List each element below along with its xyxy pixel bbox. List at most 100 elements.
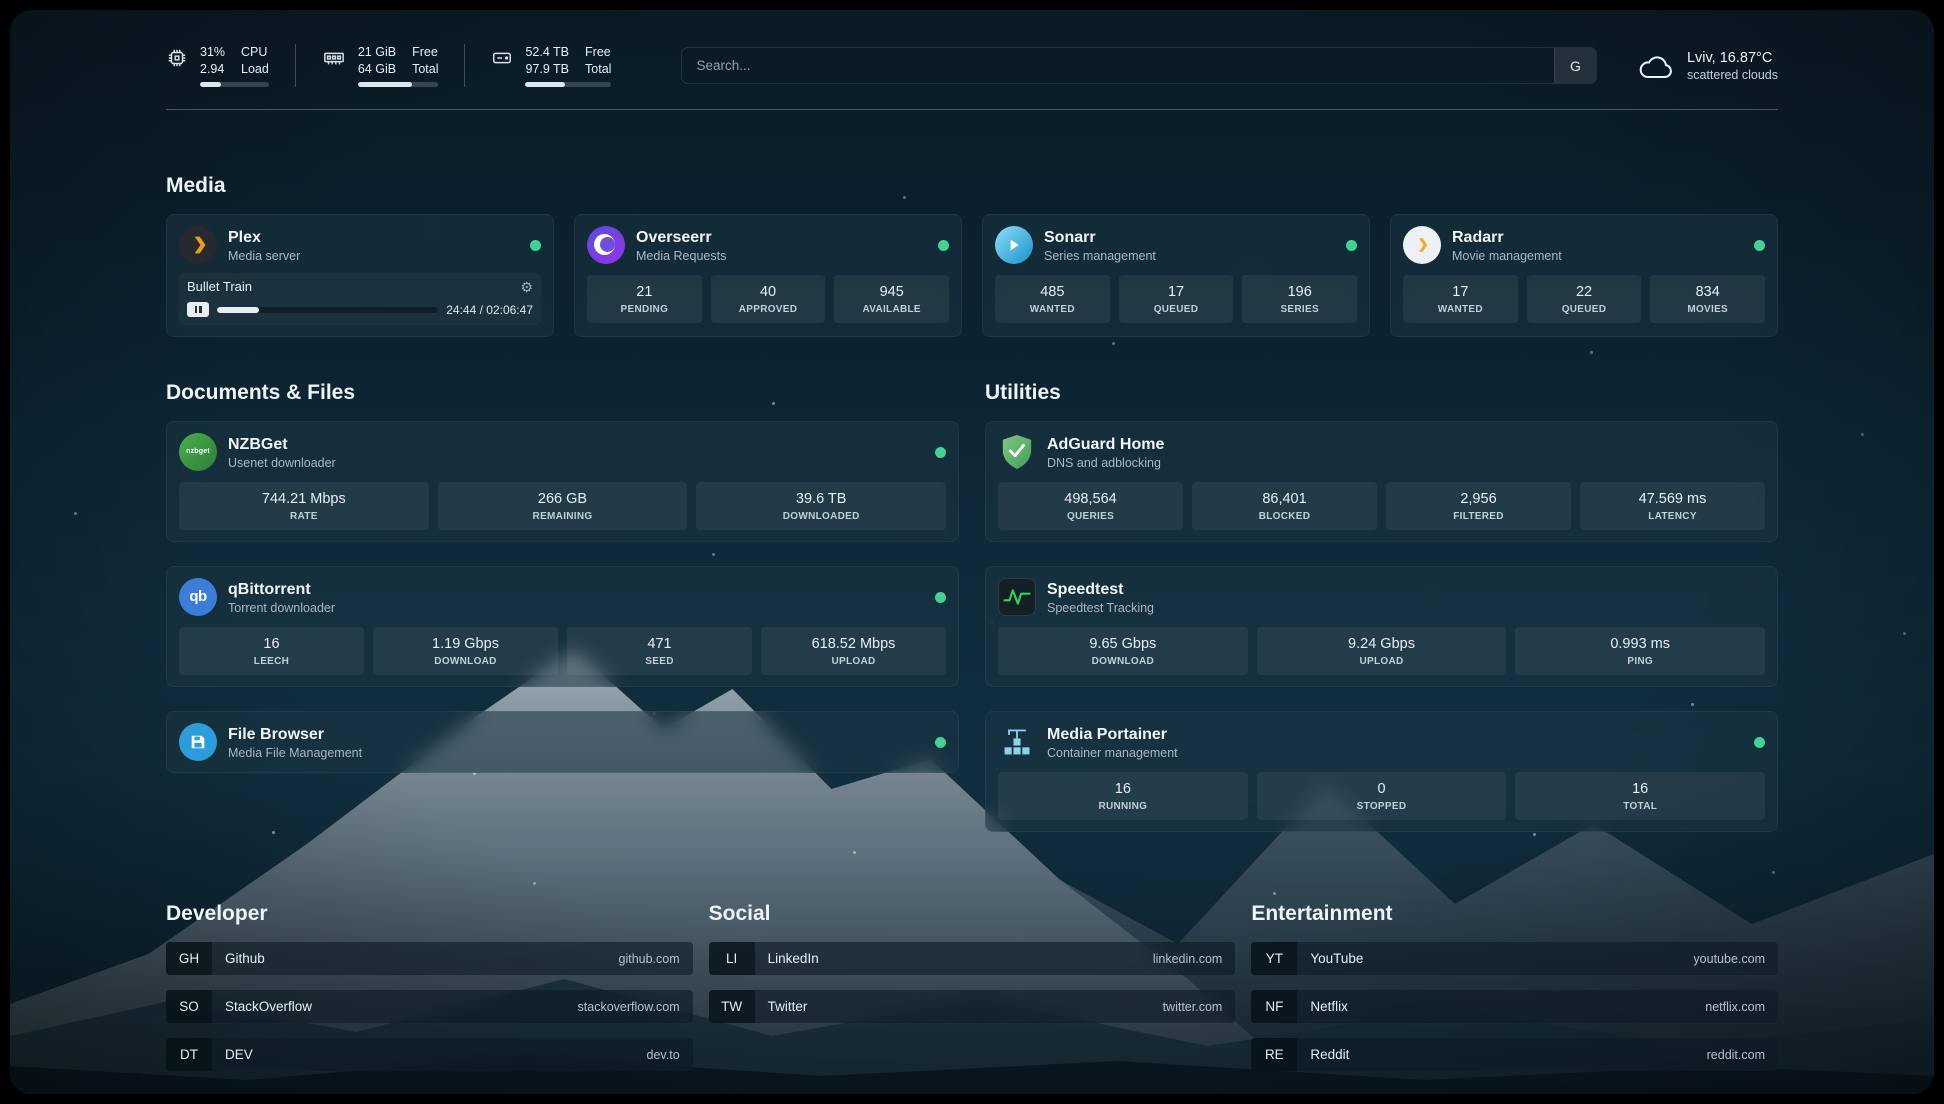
pause-button[interactable] [187, 302, 209, 317]
search-provider-button[interactable]: G [1554, 48, 1596, 83]
overseerr-meta: Overseerr Media Requests [636, 228, 726, 263]
adguard-card[interactable]: AdGuard Home DNS and adblocking 498,564 … [985, 421, 1778, 542]
bookmark-stackoverflow[interactable]: SO StackOverflow stackoverflow.com [166, 990, 693, 1023]
service-description: Media File Management [228, 746, 362, 760]
overseerr-card[interactable]: Overseerr Media Requests 21 PENDING 40 A… [574, 214, 962, 337]
weather-location: Lviv, 16.87°C [1687, 50, 1778, 66]
bookmark-domain: reddit.com [1707, 1038, 1778, 1071]
memory-widget-body: 21 GiB 64 GiB Free Total [358, 44, 439, 87]
stat-value: 17 [1407, 284, 1514, 300]
bookmark-linkedin[interactable]: LI LinkedIn linkedin.com [709, 942, 1236, 975]
playback-progress-fill [217, 307, 259, 313]
cpu-icon [166, 47, 188, 69]
gear-icon[interactable]: ⚙ [520, 280, 533, 294]
service-description: Media Requests [636, 249, 726, 263]
qbittorrent-meta: qBittorrent Torrent downloader [228, 580, 335, 615]
stat: 266 GB REMAINING [438, 482, 688, 530]
bookmark-domain: youtube.com [1693, 942, 1778, 975]
memory-total-label: Total [412, 61, 438, 77]
stat: 16 LEECH [179, 627, 364, 675]
cpu-load: 2.94 [200, 61, 225, 77]
adguard-icon [998, 433, 1036, 471]
stat: 0.993 ms PING [1515, 627, 1765, 675]
radarr-card[interactable]: Radarr Movie management 17 WANTED 22 QUE… [1390, 214, 1778, 337]
stat: 834 MOVIES [1650, 275, 1765, 323]
radarr-meta: Radarr Movie management [1452, 228, 1562, 263]
bookmark-reddit[interactable]: RE Reddit reddit.com [1251, 1038, 1778, 1071]
stat-value: 266 GB [442, 491, 684, 507]
stat-value: 16 [1519, 781, 1761, 797]
overseerr-icon [587, 226, 625, 264]
bookmark-abbr: NF [1251, 990, 1297, 1023]
nzbget-card[interactable]: nzbget NZBGet Usenet downloader 744.21 M… [166, 421, 959, 542]
sonarr-card[interactable]: Sonarr Series management 485 WANTED 17 Q… [982, 214, 1370, 337]
search-input[interactable] [682, 48, 1554, 83]
memory-free-label: Free [412, 44, 438, 60]
bookmark-dev[interactable]: DT DEV dev.to [166, 1038, 693, 1071]
bookmark-netflix[interactable]: NF Netflix netflix.com [1251, 990, 1778, 1023]
cpu-label: CPU [241, 44, 269, 60]
stat: 0 STOPPED [1257, 772, 1507, 820]
stat: 945 AVAILABLE [834, 275, 949, 323]
status-indicator [1346, 240, 1357, 251]
bookmark-name: Github [212, 942, 265, 975]
speedtest-card[interactable]: Speedtest Speedtest Tracking 9.65 Gbps D… [985, 566, 1778, 687]
stat-value: 618.52 Mbps [765, 636, 942, 652]
bookmark-youtube[interactable]: YT YouTube youtube.com [1251, 942, 1778, 975]
stat: 47.569 ms LATENCY [1580, 482, 1765, 530]
stat-label: WANTED [999, 304, 1106, 315]
service-name: Radarr [1452, 228, 1562, 248]
bookmark-abbr: GH [166, 942, 212, 975]
stat-label: RATE [183, 511, 425, 522]
weather-text: Lviv, 16.87°C scattered clouds [1687, 50, 1778, 82]
stat-value: 471 [571, 636, 748, 652]
bookmark-name: YouTube [1297, 942, 1363, 975]
section-utilities: Utilities AdGuard [985, 381, 1778, 832]
sonarr-icon [995, 226, 1033, 264]
plex-card[interactable]: Plex Media server Bullet Train ⚙ [166, 214, 554, 337]
stat-label: BLOCKED [1196, 511, 1373, 522]
topbar-divider [166, 109, 1778, 110]
filebrowser-card[interactable]: File Browser Media File Management [166, 711, 959, 773]
service-name: NZBGet [228, 435, 336, 455]
nzbget-icon: nzbget [179, 433, 217, 471]
stat-label: LEECH [183, 656, 360, 667]
cpu-widget: 31% 2.94 CPU Load [166, 44, 295, 87]
bookmark-domain: stackoverflow.com [578, 990, 693, 1023]
service-name: File Browser [228, 725, 362, 745]
disk-widget-body: 52.4 TB 97.9 TB Free Total [525, 44, 611, 87]
stat-label: REMAINING [442, 511, 684, 522]
snow-particles [10, 10, 13, 13]
stats-row: 16 LEECH 1.19 Gbps DOWNLOAD 471 SEED 6 [179, 627, 946, 675]
service-name: AdGuard Home [1047, 435, 1164, 455]
stat-value: 196 [1246, 284, 1353, 300]
bookmarks-section: Developer GH Github github.com SO StackO… [166, 902, 1778, 1071]
portainer-card[interactable]: Media Portainer Container management 16 … [985, 711, 1778, 832]
stat: 9.65 Gbps DOWNLOAD [998, 627, 1248, 675]
bookmark-abbr: TW [709, 990, 755, 1023]
stat-label: FILTERED [1390, 511, 1567, 522]
stats-row: 744.21 Mbps RATE 266 GB REMAINING 39.6 T… [179, 482, 946, 530]
dashboard-content: 31% 2.94 CPU Load [166, 10, 1778, 1071]
stat-value: 40 [715, 284, 822, 300]
weather-condition: scattered clouds [1687, 68, 1778, 82]
service-description: Container management [1047, 746, 1178, 760]
status-indicator [1754, 737, 1765, 748]
bookmark-domain: linkedin.com [1153, 942, 1235, 975]
section-documents: Documents & Files nzbget NZBGet Usenet d… [166, 381, 959, 832]
stat-value: 9.65 Gbps [1002, 636, 1244, 652]
search-bar: G [681, 47, 1597, 84]
qbittorrent-card[interactable]: qb qBittorrent Torrent downloader 16 LEE… [166, 566, 959, 687]
stat: 16 TOTAL [1515, 772, 1765, 820]
stat: 39.6 TB DOWNLOADED [696, 482, 946, 530]
bookmark-twitter[interactable]: TW Twitter twitter.com [709, 990, 1236, 1023]
playback-progress-track[interactable] [217, 307, 438, 313]
service-name: qBittorrent [228, 580, 335, 600]
cpu-percent: 31% [200, 44, 225, 60]
radarr-icon [1403, 226, 1441, 264]
stat: 22 QUEUED [1527, 275, 1642, 323]
dashboard-screen: 31% 2.94 CPU Load [10, 10, 1934, 1094]
plex-now-playing: Bullet Train ⚙ 24:44 / 02:06:47 [179, 273, 541, 325]
bookmark-domain: dev.to [647, 1038, 693, 1071]
bookmark-github[interactable]: GH Github github.com [166, 942, 693, 975]
